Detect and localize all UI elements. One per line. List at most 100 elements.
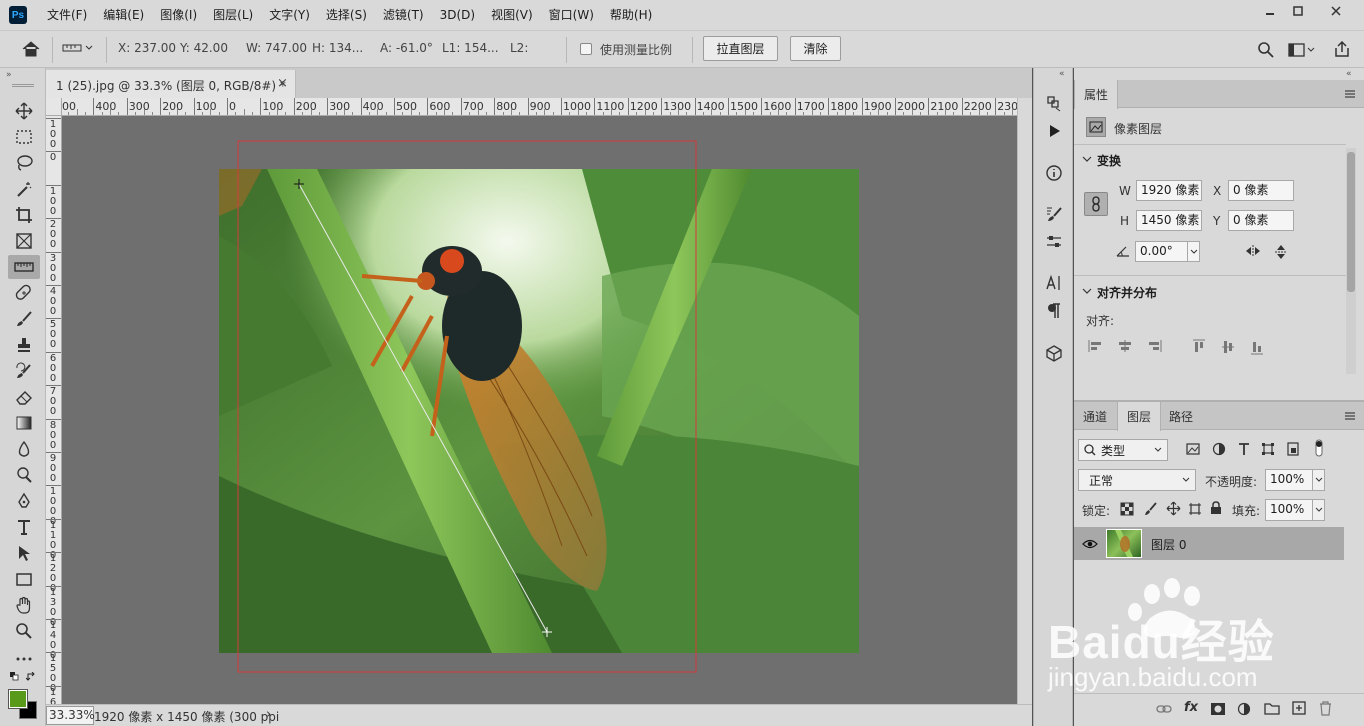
- minimize-button[interactable]: [1255, 0, 1285, 22]
- align-section-toggle[interactable]: [1082, 286, 1092, 296]
- flip-horizontal-button[interactable]: [1244, 244, 1262, 258]
- zoom-field[interactable]: 33.33%: [46, 706, 95, 725]
- transform-section-toggle[interactable]: [1082, 154, 1092, 164]
- ruler-origin[interactable]: [46, 98, 62, 116]
- fill-dropdown[interactable]: [1312, 499, 1325, 521]
- character-panel-button[interactable]: [1042, 271, 1066, 295]
- angle-dropdown[interactable]: [1187, 241, 1200, 262]
- menu-image[interactable]: 图像(I): [152, 0, 205, 30]
- rectangle-tool[interactable]: [8, 567, 40, 591]
- width-field[interactable]: 1920 像素: [1136, 180, 1202, 201]
- lock-position-button[interactable]: [1166, 501, 1181, 516]
- foreground-color-swatch[interactable]: [8, 689, 28, 709]
- adjustments-panel-button[interactable]: [1042, 230, 1066, 254]
- opacity-dropdown[interactable]: [1312, 469, 1325, 491]
- tab-paths[interactable]: 路径: [1160, 402, 1202, 430]
- clear-button[interactable]: 清除: [790, 36, 841, 61]
- link-layers-button[interactable]: [1156, 703, 1172, 715]
- x-field[interactable]: 0 像素: [1228, 180, 1294, 201]
- align-bottom-button[interactable]: [1250, 339, 1264, 355]
- paragraph-panel-button[interactable]: [1042, 299, 1066, 323]
- add-mask-button[interactable]: [1210, 702, 1226, 716]
- properties-scroll-thumb[interactable]: [1347, 152, 1355, 292]
- status-menu-arrow[interactable]: ›: [266, 707, 271, 722]
- y-field[interactable]: 0 像素: [1228, 210, 1294, 231]
- crop-tool[interactable]: [8, 203, 40, 227]
- eraser-tool[interactable]: [8, 385, 40, 409]
- clone-stamp-tool[interactable]: [8, 333, 40, 357]
- filter-smart-object-button[interactable]: [1286, 442, 1300, 456]
- share-button[interactable]: [1333, 40, 1351, 58]
- home-button[interactable]: [20, 39, 42, 59]
- layer-thumbnail[interactable]: [1106, 529, 1142, 558]
- info-panel-button[interactable]: [1042, 161, 1066, 185]
- menu-layer[interactable]: 图层(L): [205, 0, 261, 30]
- filter-shape-button[interactable]: [1261, 442, 1275, 456]
- height-field[interactable]: 1450 像素: [1136, 210, 1202, 231]
- menu-3d[interactable]: 3D(D): [432, 0, 483, 30]
- healing-brush-tool[interactable]: [8, 281, 40, 305]
- lock-all-button[interactable]: [1210, 501, 1222, 515]
- vertical-ruler[interactable]: 1000100200300400500600700800900100011001…: [46, 116, 62, 704]
- properties-scrollbar[interactable]: [1346, 148, 1356, 374]
- menu-window[interactable]: 窗口(W): [541, 0, 602, 30]
- dodge-tool[interactable]: [8, 463, 40, 487]
- menu-select[interactable]: 选择(S): [318, 0, 375, 30]
- filter-adjustment-button[interactable]: [1212, 442, 1226, 456]
- layer-visibility-toggle[interactable]: [1082, 538, 1098, 550]
- filter-pixel-button[interactable]: [1186, 443, 1200, 455]
- collapse-panels-icon[interactable]: «: [1346, 69, 1352, 79]
- magic-wand-tool[interactable]: [8, 177, 40, 201]
- opacity-field[interactable]: 100%: [1265, 469, 1313, 491]
- layer-filter-select[interactable]: 类型: [1078, 439, 1168, 461]
- use-measurement-scale-checkbox[interactable]: [580, 43, 592, 55]
- move-tool[interactable]: [8, 99, 40, 123]
- actions-panel-button[interactable]: [1042, 119, 1066, 143]
- blur-tool[interactable]: [8, 437, 40, 461]
- history-panel-button[interactable]: [1042, 91, 1066, 115]
- workspace-button[interactable]: [1288, 42, 1316, 58]
- new-layer-button[interactable]: [1292, 701, 1306, 715]
- tab-layers[interactable]: 图层: [1117, 402, 1162, 431]
- horizontal-ruler[interactable]: 00 400 300 200 100 0 100 200 300 400 500 600 700 800 9…: [62, 98, 1017, 116]
- edit-toolbar-button[interactable]: [8, 647, 40, 671]
- close-window-button[interactable]: [1318, 0, 1354, 22]
- search-button[interactable]: [1257, 41, 1275, 59]
- new-adjustment-layer-button[interactable]: [1237, 702, 1251, 716]
- menu-help[interactable]: 帮助(H): [602, 0, 660, 30]
- layer-name[interactable]: 图层 0: [1151, 536, 1186, 553]
- link-dimensions-button[interactable]: [1084, 192, 1108, 216]
- ruler-tool[interactable]: [8, 255, 40, 279]
- swap-colors-icon[interactable]: [26, 672, 36, 682]
- lock-transparent-button[interactable]: [1120, 502, 1134, 516]
- ruler-tool-preset[interactable]: [62, 41, 94, 55]
- default-colors-icon[interactable]: [10, 672, 20, 682]
- align-left-button[interactable]: [1088, 339, 1104, 353]
- collapse-toolbar-icon[interactable]: »: [6, 70, 12, 80]
- flip-vertical-button[interactable]: [1274, 243, 1288, 261]
- close-document-icon[interactable]: ×: [277, 76, 288, 91]
- align-top-button[interactable]: [1192, 339, 1206, 355]
- fill-field[interactable]: 100%: [1265, 499, 1313, 521]
- path-selection-tool[interactable]: [8, 541, 40, 565]
- straighten-layer-button[interactable]: 拉直图层: [703, 36, 778, 61]
- vertical-scrollbar[interactable]: [1017, 98, 1032, 704]
- 3d-panel-button[interactable]: [1042, 341, 1066, 365]
- delete-layer-button[interactable]: [1319, 701, 1332, 716]
- frame-tool[interactable]: [8, 229, 40, 253]
- layers-menu-icon[interactable]: [1344, 411, 1356, 421]
- blend-mode-select[interactable]: 正常: [1078, 469, 1196, 491]
- pen-tool[interactable]: [8, 489, 40, 513]
- brushes-panel-button[interactable]: [1042, 202, 1066, 226]
- angle-field[interactable]: 0.00°: [1135, 241, 1189, 262]
- lasso-tool[interactable]: [8, 151, 40, 175]
- tab-properties[interactable]: 属性: [1074, 80, 1119, 109]
- new-group-button[interactable]: [1264, 702, 1280, 715]
- maximize-button[interactable]: [1283, 0, 1313, 22]
- zoom-tool[interactable]: [8, 619, 40, 643]
- filter-type-button[interactable]: [1237, 442, 1251, 456]
- align-vertical-center-button[interactable]: [1221, 339, 1235, 355]
- align-right-button[interactable]: [1146, 339, 1162, 353]
- history-brush-tool[interactable]: [8, 359, 40, 383]
- marquee-tool[interactable]: [8, 125, 40, 149]
